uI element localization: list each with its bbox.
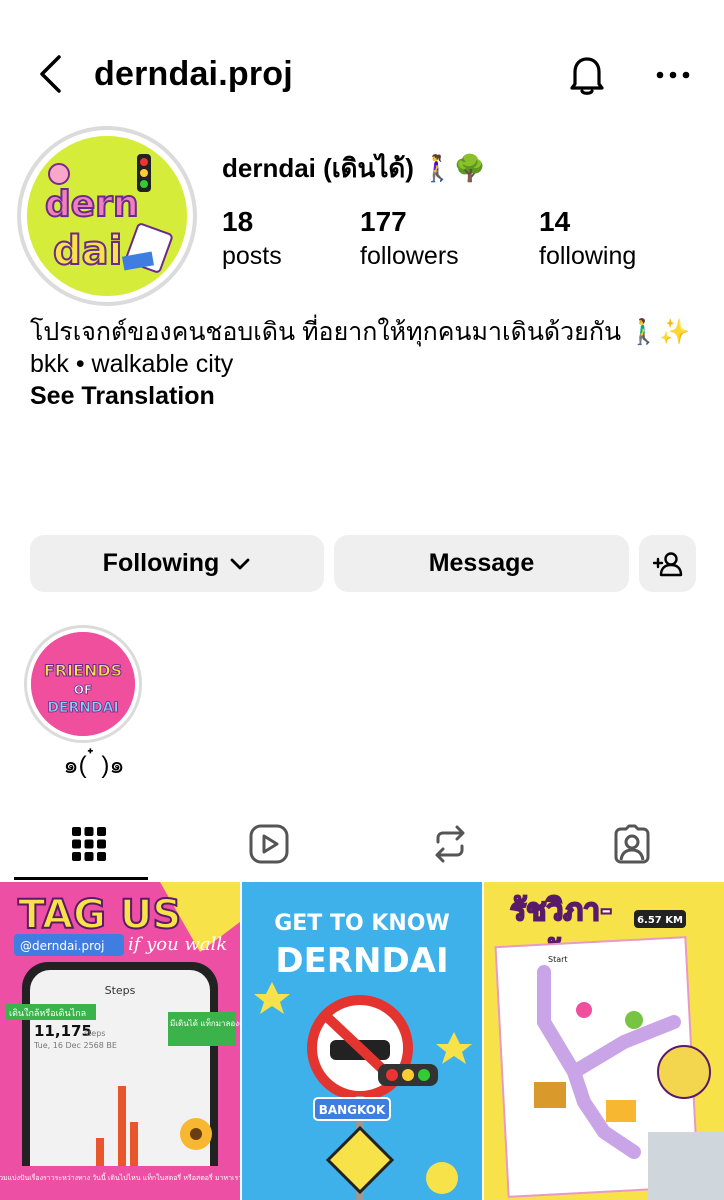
see-translation-link[interactable]: See Translation <box>30 380 215 412</box>
svg-text:if you walk: if you walk <box>128 934 227 955</box>
bio-line: bkk • walkable city <box>30 350 234 378</box>
repost-icon <box>435 825 465 863</box>
posts-count-label: posts <box>222 242 282 270</box>
svg-text:Tue, 16 Dec 2568 BE: Tue, 16 Dec 2568 BE <box>33 1041 117 1050</box>
posts-count[interactable]: 18 posts <box>222 204 282 272</box>
tab-reposts[interactable] <box>375 808 525 880</box>
post-thumbnail[interactable]: TAG US @derndai.proj if you walk Steps 1… <box>0 882 240 1200</box>
tab-tagged[interactable] <box>557 808 707 880</box>
svg-text:รัชวิภา-: รัชวิภา- <box>510 893 612 928</box>
add-user-icon <box>652 551 682 576</box>
tab-reels[interactable] <box>194 808 344 880</box>
svg-text:dai: dai <box>53 228 122 274</box>
message-button-label: Message <box>428 549 535 577</box>
back-button[interactable] <box>30 52 70 96</box>
reels-icon <box>249 824 289 864</box>
svg-text:OF: OF <box>74 683 92 697</box>
active-tab-indicator <box>14 877 148 880</box>
story-highlight[interactable]: FRIENDS OF DERNDAI ๑( ๋ )๑ <box>24 625 142 779</box>
svg-text:GET TO KNOW: GET TO KNOW <box>274 911 450 936</box>
following-button[interactable]: Following <box>30 535 324 592</box>
notifications-button[interactable] <box>564 52 610 98</box>
following-button-label: Following <box>102 549 220 577</box>
svg-text:BANGKOK: BANGKOK <box>319 1103 386 1117</box>
following-count[interactable]: 14 following <box>539 204 636 272</box>
bio-line: โปรเจกต์ของคนชอบเดิน ที่อยากให้ทุกคนมาเด… <box>30 318 691 346</box>
profile-bio: โปรเจกต์ของคนชอบเดิน ที่อยากให้ทุกคนมาเด… <box>30 316 710 380</box>
svg-text:DERNDAI: DERNDAI <box>275 941 448 981</box>
bell-icon <box>570 57 604 95</box>
profile-avatar[interactable]: dern dai <box>17 126 197 306</box>
chevron-left-icon <box>40 55 61 93</box>
svg-text:เดินใกล้หรือเดินไกล: เดินใกล้หรือเดินไกล <box>9 1008 86 1019</box>
more-horizontal-icon <box>656 71 690 79</box>
posts-grid: TAG US @derndai.proj if you walk Steps 1… <box>0 882 724 1200</box>
following-count-label: following <box>539 242 637 270</box>
posts-count-value: 18 <box>222 206 254 237</box>
tab-posts-grid[interactable] <box>14 808 164 880</box>
svg-text:TAG US: TAG US <box>18 892 181 938</box>
suggested-users-button[interactable] <box>639 535 696 592</box>
svg-text:@derndai.proj: @derndai.proj <box>20 939 104 953</box>
profile-tabs <box>0 808 724 880</box>
svg-text:Start: Start <box>548 955 568 964</box>
avatar-image: dern dai <box>27 136 187 296</box>
svg-text:Steps: Steps <box>105 984 136 997</box>
message-button[interactable]: Message <box>334 535 629 592</box>
chevron-down-icon <box>230 558 250 569</box>
svg-text:steps: steps <box>84 1029 105 1038</box>
svg-text:dern: dern <box>45 184 139 225</box>
highlight-ring: FRIENDS OF DERNDAI <box>24 625 142 743</box>
followers-count[interactable]: 177 followers <box>360 204 459 272</box>
svg-text:DERNDAI: DERNDAI <box>47 700 118 716</box>
highlight-image: FRIENDS OF DERNDAI <box>31 632 135 736</box>
grid-icon <box>72 827 106 861</box>
profile-display-name: derndai (เดินได้) 🚶‍♀️🌳 <box>222 153 486 183</box>
followers-count-value: 177 <box>360 206 407 237</box>
post-thumbnail[interactable]: GET TO KNOW DERNDAI BANGKOK <box>242 882 482 1200</box>
svg-text:มีเดินได้ แท็กมาลองดูเรา: มีเดินได้ แท็กมาลองดูเรา <box>170 1018 240 1029</box>
svg-text:FRIENDS: FRIENDS <box>44 661 122 680</box>
highlight-label: ๑( ๋ )๑ <box>63 752 125 779</box>
tagged-icon <box>614 824 650 864</box>
svg-text:6.57 KM: 6.57 KM <box>637 915 683 926</box>
followers-count-label: followers <box>360 242 459 270</box>
post-thumbnail[interactable]: รัชวิภา- รัชดา 6.57 KM Start <box>484 882 724 1200</box>
following-count-value: 14 <box>539 206 571 237</box>
profile-username: derndai.proj <box>94 55 293 93</box>
more-options-button[interactable] <box>650 52 696 98</box>
